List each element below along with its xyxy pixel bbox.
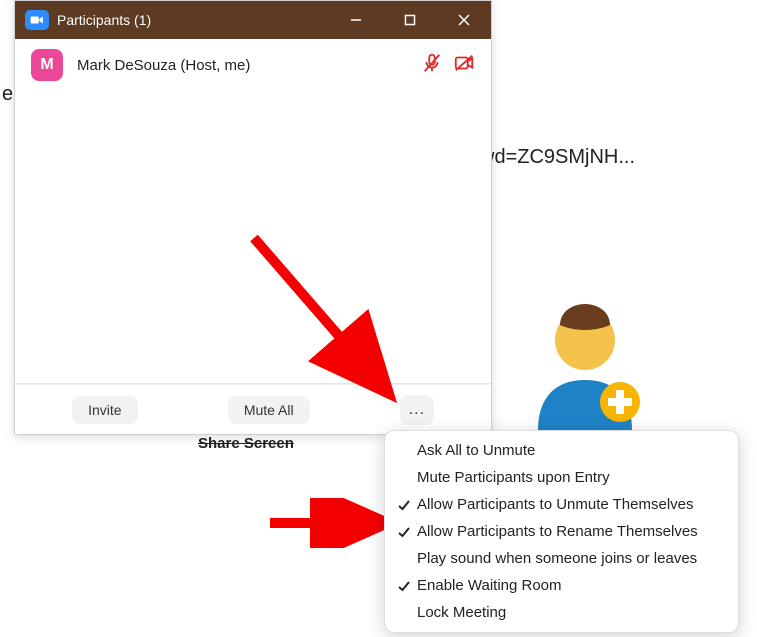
menu-item-label: Lock Meeting — [417, 604, 506, 621]
menu-item-label: Enable Waiting Room — [417, 577, 562, 594]
checkmark-icon — [395, 498, 413, 512]
checkmark-icon — [395, 525, 413, 539]
menu-item[interactable]: Play sound when someone joins or leaves — [385, 545, 738, 572]
add-user-graphic — [530, 290, 640, 430]
more-options-menu: Ask All to Unmute Mute Participants upon … — [384, 430, 739, 633]
menu-item-label: Allow Participants to Rename Themselves — [417, 523, 698, 540]
window-title: Participants (1) — [57, 12, 329, 28]
menu-item-label: Allow Participants to Unmute Themselves — [417, 496, 694, 513]
menu-item[interactable]: Enable Waiting Room — [385, 572, 738, 599]
menu-item-label: Ask All to Unmute — [417, 442, 535, 459]
menu-item[interactable]: Mute Participants upon Entry — [385, 464, 738, 491]
invite-button[interactable]: Invite — [72, 396, 137, 424]
titlebar: Participants (1) — [15, 1, 491, 39]
checkmark-icon — [395, 579, 413, 593]
menu-item[interactable]: Allow Participants to Rename Themselves — [385, 518, 738, 545]
video-off-icon — [453, 52, 475, 79]
zoom-app-icon — [25, 10, 49, 30]
menu-item-label: Play sound when someone joins or leaves — [417, 550, 697, 567]
bg-text-pwd: wd=ZC9SMjNH... — [480, 146, 635, 169]
mic-muted-icon — [421, 52, 443, 79]
maximize-button[interactable] — [383, 1, 437, 39]
window-controls — [329, 1, 491, 39]
participant-name: Mark DeSouza (Host, me) — [77, 57, 421, 74]
bg-text-sharescreen: Share Screen — [198, 435, 294, 452]
menu-item[interactable]: Allow Participants to Unmute Themselves — [385, 491, 738, 518]
menu-item[interactable]: Ask All to Unmute — [385, 437, 738, 464]
close-button[interactable] — [437, 1, 491, 39]
bg-text-e: e — [2, 83, 13, 106]
participant-row[interactable]: M Mark DeSouza (Host, me) — [15, 39, 491, 91]
avatar: M — [31, 49, 63, 81]
arrow-annotation-1 — [244, 228, 424, 408]
minimize-button[interactable] — [329, 1, 383, 39]
menu-item[interactable]: Lock Meeting — [385, 599, 738, 626]
menu-item-label: Mute Participants upon Entry — [417, 469, 610, 486]
